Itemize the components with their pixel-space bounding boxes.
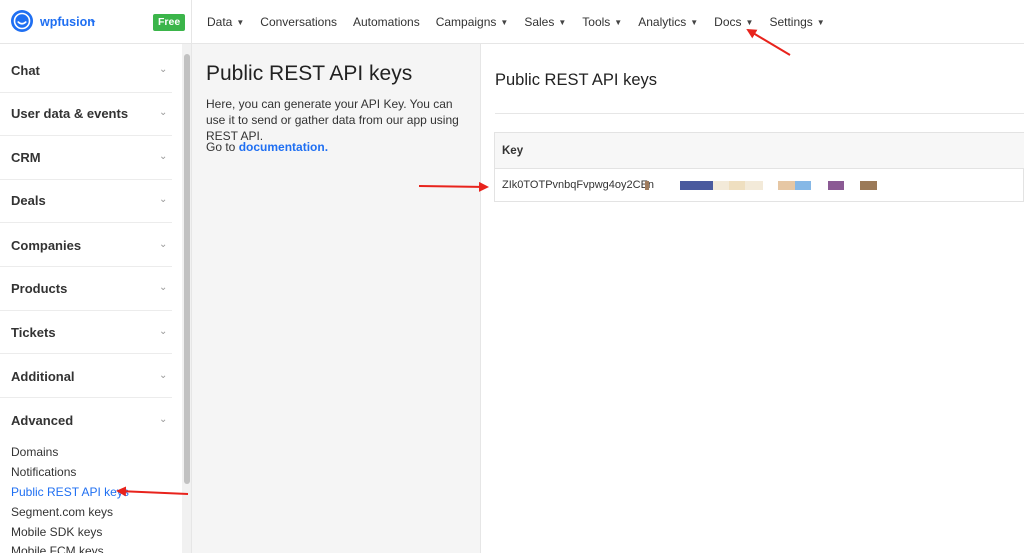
info-title: Public REST API keys — [206, 62, 413, 85]
nav-item-conversations[interactable]: Conversations — [260, 15, 337, 29]
sidebar-section-user-data[interactable]: User data & events ⌄ — [0, 93, 182, 137]
nav-item-docs[interactable]: Docs ▼ — [714, 15, 753, 29]
nav-item-data[interactable]: Data ▼ — [207, 15, 244, 29]
divider — [0, 266, 172, 267]
sidebar-link-segment-keys[interactable]: Segment.com keys — [11, 505, 113, 519]
redaction-block — [713, 181, 729, 190]
redaction-block — [828, 181, 844, 190]
redaction-block — [745, 181, 763, 190]
divider — [0, 353, 172, 354]
chevron-down-icon: ⌄ — [159, 414, 168, 425]
redaction-block — [645, 181, 649, 190]
divider — [0, 310, 172, 311]
column-header-key: Key — [502, 145, 524, 157]
workspace-switcher[interactable]: wpfusion ⌄ Free — [0, 0, 192, 44]
api-keys-table: Key ZIk0TOTPvnbqFvpwg4oy2CEn — [494, 132, 1024, 202]
sidebar-link-mobile-fcm-keys[interactable]: Mobile FCM keys — [11, 544, 104, 553]
redaction-block — [860, 181, 877, 190]
page-title: Public REST API keys — [495, 71, 658, 89]
chevron-down-icon: ⌄ — [159, 194, 168, 205]
table-header: Key — [495, 133, 1024, 169]
plan-badge: Free — [153, 14, 186, 31]
chevron-down-icon: ⌄ — [159, 326, 168, 337]
sidebar-section-products[interactable]: Products ⌄ — [0, 268, 182, 312]
sidebar-scrollbar[interactable] — [182, 44, 192, 553]
settings-sidebar: Chat ⌄ User data & events ⌄ CRM ⌄ Deals … — [0, 44, 182, 553]
chevron-down-icon: ⌄ — [159, 151, 168, 162]
chevron-down-icon: ▼ — [500, 17, 509, 27]
chevron-down-icon: ⌄ — [159, 64, 168, 75]
scrollbar-thumb[interactable] — [184, 54, 190, 484]
main-content: Public REST API keys Key ZIk0TOTPvnbqFvp… — [481, 44, 1024, 553]
nav-item-analytics[interactable]: Analytics ▼ — [638, 15, 698, 29]
chevron-down-icon: ⌄ — [159, 107, 168, 118]
divider — [0, 397, 172, 398]
nav-item-sales[interactable]: Sales ▼ — [524, 15, 566, 29]
chevron-down-icon: ⌄ — [159, 239, 168, 250]
redaction-block — [778, 181, 795, 190]
redaction-block — [729, 181, 745, 190]
sidebar-section-deals[interactable]: Deals ⌄ — [0, 180, 182, 224]
chevron-down-icon: ▼ — [614, 17, 623, 27]
table-row: ZIk0TOTPvnbqFvpwg4oy2CEn — [495, 169, 1024, 202]
chevron-down-icon: ⌄ — [159, 282, 168, 293]
info-description: Here, you can generate your API Key. You… — [206, 97, 459, 143]
sidebar-section-advanced[interactable]: Advanced ⌄ — [0, 400, 182, 444]
top-bar: wpfusion ⌄ Free Data ▼ Conversations Auto… — [0, 0, 1024, 44]
api-key-value[interactable]: ZIk0TOTPvnbqFvpwg4oy2CEn — [502, 179, 654, 191]
nav-item-campaigns[interactable]: Campaigns ▼ — [436, 15, 509, 29]
sidebar-section-chat[interactable]: Chat ⌄ — [0, 50, 182, 94]
main-nav: Data ▼ Conversations Automations Campaign… — [207, 0, 841, 44]
chevron-down-icon: ▼ — [558, 17, 567, 27]
chat-bubble-logo-icon — [11, 10, 33, 32]
chevron-down-icon: ▼ — [236, 17, 245, 27]
divider — [0, 135, 172, 136]
sidebar-link-mobile-sdk-keys[interactable]: Mobile SDK keys — [11, 525, 102, 539]
redaction-block — [680, 181, 713, 190]
nav-item-automations[interactable]: Automations — [353, 15, 420, 29]
sidebar-section-companies[interactable]: Companies ⌄ — [0, 225, 182, 269]
divider — [0, 222, 172, 223]
nav-item-settings[interactable]: Settings ▼ — [769, 15, 824, 29]
redaction-block — [795, 181, 811, 190]
sidebar-link-domains[interactable]: Domains — [11, 445, 58, 459]
documentation-line: Go to documentation. — [206, 140, 329, 154]
chevron-down-icon: ⌄ — [89, 15, 98, 26]
sidebar-section-tickets[interactable]: Tickets ⌄ — [0, 312, 182, 356]
info-panel: Public REST API keys Here, you can gener… — [192, 44, 481, 553]
sidebar-section-crm[interactable]: CRM ⌄ — [0, 137, 182, 181]
chevron-down-icon: ▼ — [745, 17, 754, 27]
sidebar-link-notifications[interactable]: Notifications — [11, 465, 76, 479]
chevron-down-icon: ▼ — [816, 17, 825, 27]
chevron-down-icon: ▼ — [690, 17, 699, 27]
sidebar-link-public-rest-api-keys[interactable]: Public REST API keys — [11, 485, 129, 499]
chevron-down-icon: ⌄ — [159, 370, 168, 381]
documentation-link[interactable]: documentation. — [239, 140, 328, 154]
workspace-name[interactable]: wpfusion — [40, 15, 95, 29]
nav-item-tools[interactable]: Tools ▼ — [582, 15, 622, 29]
sidebar-section-additional[interactable]: Additional ⌄ — [0, 356, 182, 400]
divider — [495, 113, 1024, 114]
